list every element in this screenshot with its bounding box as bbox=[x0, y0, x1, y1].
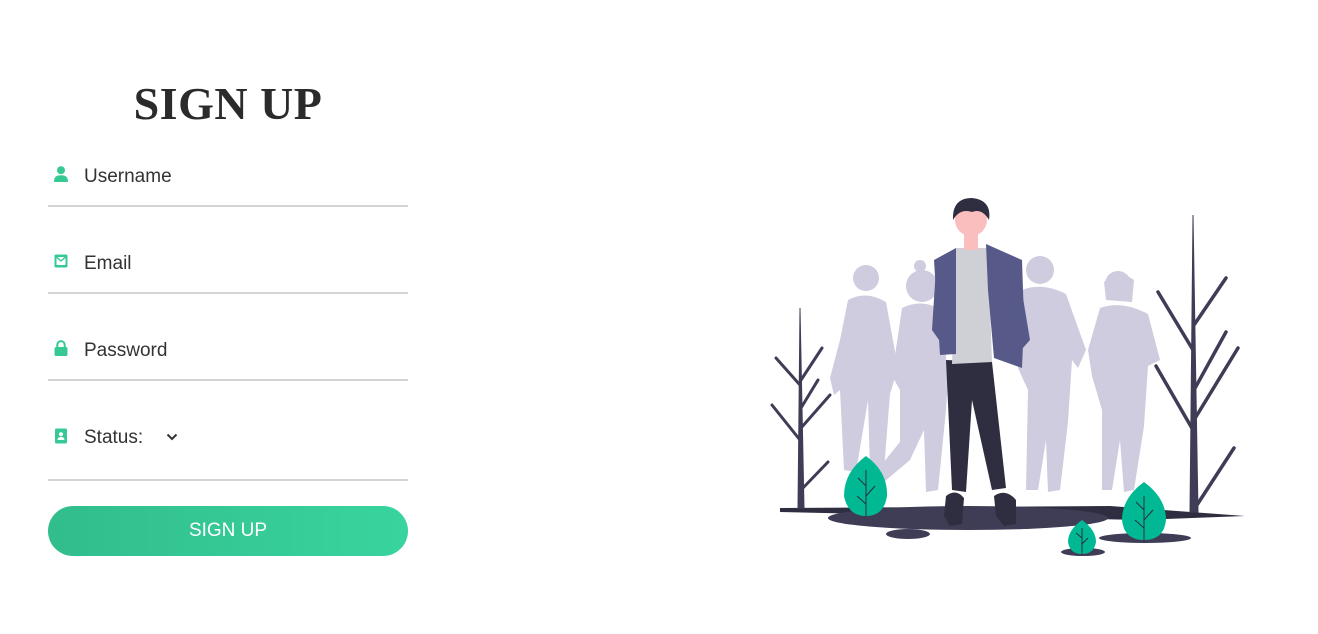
envelope-icon bbox=[54, 254, 68, 268]
right-tree bbox=[1154, 214, 1240, 513]
id-card-icon bbox=[55, 428, 67, 444]
chevron-down-icon bbox=[166, 433, 178, 441]
status-select[interactable] bbox=[164, 427, 184, 449]
email-field bbox=[48, 237, 408, 294]
username-input[interactable] bbox=[84, 163, 394, 191]
sign-up-button[interactable]: SIGN UP bbox=[48, 506, 408, 556]
main-person bbox=[932, 198, 1030, 526]
username-field bbox=[48, 150, 408, 207]
user-icon bbox=[54, 166, 68, 182]
people-group-illustration bbox=[770, 198, 1245, 556]
status-label: Status: bbox=[84, 427, 144, 448]
password-field bbox=[48, 324, 408, 381]
lock-icon bbox=[54, 340, 68, 356]
password-input[interactable] bbox=[84, 337, 394, 365]
email-input[interactable] bbox=[84, 250, 394, 278]
page-title: SIGN UP bbox=[133, 78, 323, 129]
status-field: Status: bbox=[48, 410, 408, 481]
left-tree bbox=[770, 307, 832, 509]
